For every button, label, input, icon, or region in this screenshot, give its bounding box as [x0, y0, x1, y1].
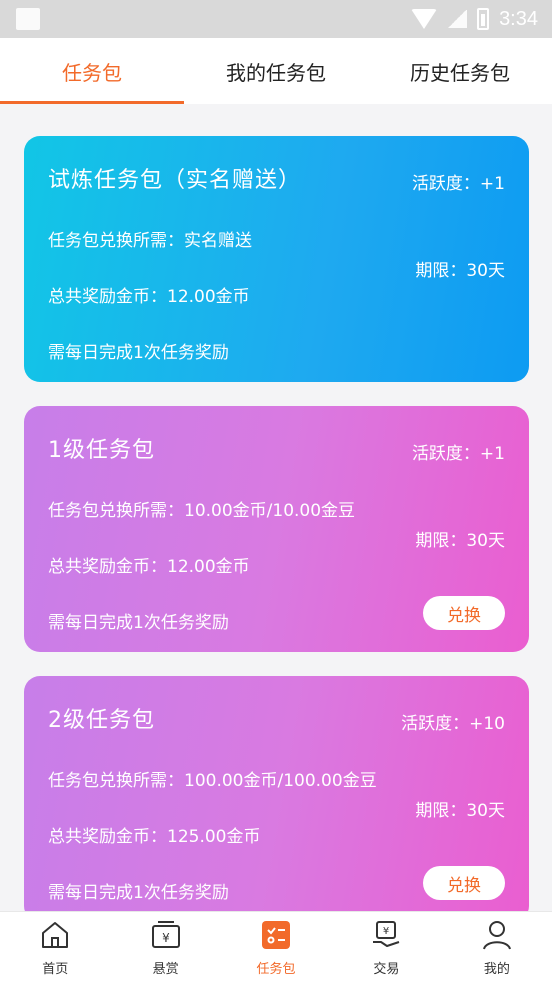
card-requirement: 任务包兑换所需：100.00金币/100.00金豆 [48, 771, 377, 791]
task-pack-card[interactable]: 2级任务包 活跃度：+10 任务包兑换所需：100.00金币/100.00金豆 … [24, 676, 529, 922]
battery-icon [477, 8, 490, 30]
task-pack-card[interactable]: 1级任务包 活跃度：+1 任务包兑换所需：10.00金币/10.00金豆 期限：… [24, 406, 529, 652]
tab-task-packs[interactable]: 任务包 [0, 38, 184, 104]
card-daily-note: 需每日完成1次任务奖励 [48, 883, 229, 903]
card-daily-note: 需每日完成1次任务奖励 [48, 343, 229, 363]
card-reward: 总共奖励金币：125.00金币 [48, 827, 261, 847]
top-tabs: 任务包 我的任务包 历史任务包 [0, 38, 552, 104]
card-period: 期限：30天 [415, 261, 505, 281]
card-period: 期限：30天 [415, 531, 505, 551]
tab-my-task-packs[interactable]: 我的任务包 [184, 38, 368, 104]
home-icon [42, 922, 69, 948]
nav-reward-label: 悬赏 [152, 962, 179, 977]
nav-task-pack[interactable]: 任务包 [221, 912, 331, 981]
card-period: 期限：30天 [415, 801, 505, 821]
card-daily-note: 需每日完成1次任务奖励 [48, 613, 229, 633]
tab-history-task-packs[interactable]: 历史任务包 [368, 38, 552, 104]
nav-home[interactable]: 首页 [0, 912, 110, 981]
card-activity: 活跃度：+1 [411, 444, 505, 464]
trade-icon: ¥ [373, 921, 400, 947]
card-title: 1级任务包 [48, 438, 155, 463]
status-icons: 3:34 [411, 8, 538, 31]
exchange-button[interactable]: 兑换 [423, 866, 505, 900]
nav-task-pack-label: 任务包 [256, 962, 296, 977]
card-reward: 总共奖励金币：12.00金币 [48, 287, 250, 307]
bottom-nav: 首页 ¥ 悬赏 任务包 ¥ 交易 我的 [0, 911, 552, 981]
nav-trade-label: 交易 [373, 962, 400, 977]
user-icon [482, 921, 511, 950]
card-title: 2级任务包 [48, 708, 155, 733]
exchange-button[interactable]: 兑换 [423, 596, 505, 630]
card-reward: 总共奖励金币：12.00金币 [48, 557, 250, 577]
nav-mine[interactable]: 我的 [442, 912, 552, 981]
nav-home-label: 首页 [42, 962, 69, 977]
reward-icon: ¥ [151, 921, 180, 948]
svg-text:¥: ¥ [162, 931, 170, 945]
svg-text:¥: ¥ [383, 926, 389, 937]
nav-trade[interactable]: ¥ 交易 [331, 912, 441, 981]
nav-mine-label: 我的 [483, 962, 510, 977]
card-activity: 活跃度：+1 [411, 174, 505, 194]
task-pack-list: 试炼任务包（实名赠送） 活跃度：+1 任务包兑换所需：实名赠送 期限：30天 总… [24, 136, 529, 946]
nav-reward[interactable]: ¥ 悬赏 [110, 912, 220, 981]
card-requirement: 任务包兑换所需：10.00金币/10.00金豆 [48, 501, 356, 521]
signal-icon [447, 10, 468, 28]
card-activity: 活跃度：+10 [401, 714, 505, 734]
task-pack-icon [262, 921, 291, 949]
status-time: 3:34 [499, 7, 538, 30]
status-bar: 3:34 [0, 0, 552, 38]
notification-icon [16, 8, 40, 30]
card-title: 试炼任务包（实名赠送） [48, 168, 302, 193]
task-pack-card[interactable]: 试炼任务包（实名赠送） 活跃度：+1 任务包兑换所需：实名赠送 期限：30天 总… [24, 136, 529, 382]
card-requirement: 任务包兑换所需：实名赠送 [48, 231, 252, 251]
wifi-icon [411, 9, 438, 29]
